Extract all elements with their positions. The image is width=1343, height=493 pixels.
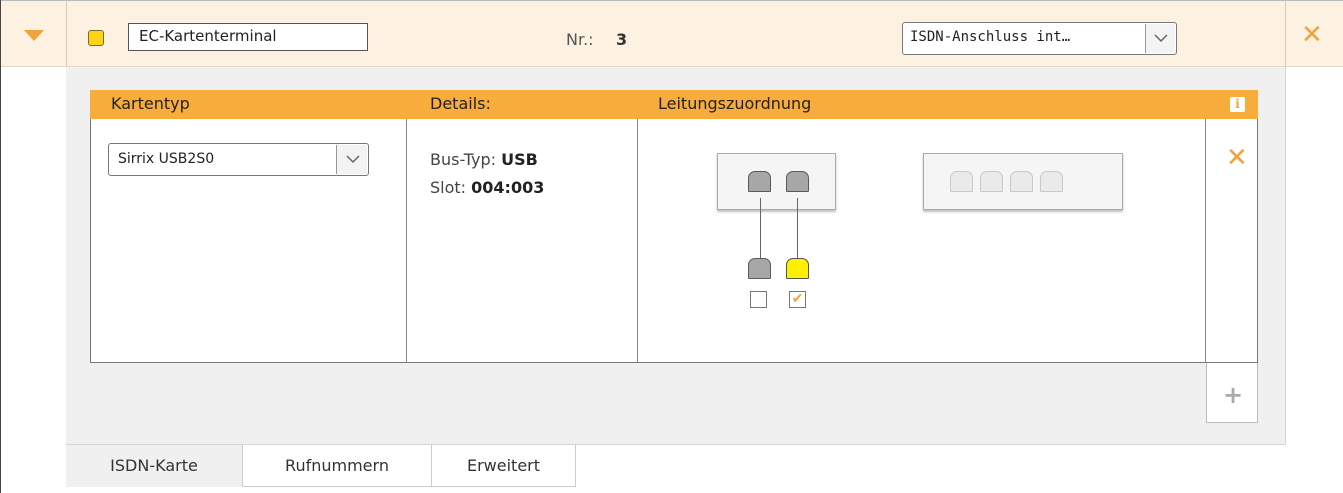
chevron-down-icon[interactable]	[336, 145, 367, 174]
column-divider	[637, 119, 638, 363]
header-divider	[1285, 1, 1286, 67]
delete-device-icon[interactable]: ✕	[1301, 22, 1323, 48]
column-leitungszuordnung: Leitungszuordnung	[658, 94, 812, 113]
slot-value: 004:003	[471, 178, 545, 197]
delete-card-icon[interactable]: ✕	[1226, 145, 1248, 171]
add-card-button[interactable]: +	[1206, 363, 1258, 423]
line-wire	[797, 198, 798, 258]
bus-type-value: USB	[501, 150, 538, 169]
bus-type: Bus-Typ: USB	[430, 150, 538, 169]
free-port-icon	[950, 171, 973, 192]
line-1-jack-icon	[748, 258, 771, 279]
slot-label: Slot:	[430, 178, 467, 197]
column-divider	[1205, 119, 1206, 363]
card-port-2-icon	[786, 171, 809, 192]
number-label: Nr.:	[566, 30, 594, 49]
chevron-down-icon-shape	[346, 155, 360, 164]
slot: Slot: 004:003	[430, 178, 544, 197]
info-icon[interactable]: i	[1230, 97, 1245, 112]
column-kartentyp: Kartentyp	[111, 94, 190, 113]
bus-type-label: Bus-Typ:	[430, 150, 497, 169]
tab-rufnummern[interactable]: Rufnummern	[242, 445, 432, 487]
connection-select-value: ISDN-Anschluss int…	[910, 29, 1071, 45]
card-port-block	[717, 153, 836, 210]
device-name-field[interactable]: EC-Kartenterminal	[128, 23, 368, 51]
line-2-jack-icon	[786, 258, 809, 279]
tab-isdn-karte[interactable]: ISDN-Karte	[66, 445, 242, 487]
chevron-down-icon-shape	[1154, 34, 1168, 43]
collapse-arrow-icon[interactable]	[24, 30, 44, 41]
card-port-1-icon	[748, 171, 771, 192]
plus-icon: +	[1223, 381, 1244, 409]
free-port-icon	[1010, 171, 1033, 192]
line-2-checkbox[interactable]: ✔	[789, 291, 806, 308]
chevron-down-icon[interactable]	[1145, 24, 1175, 53]
frame-left-border	[0, 0, 1, 493]
column-details: Details:	[430, 94, 491, 113]
line-1-checkbox[interactable]	[750, 291, 767, 308]
free-port-icon	[1040, 171, 1063, 192]
line-wire	[760, 198, 761, 258]
tab-erweitert[interactable]: Erweitert	[431, 445, 576, 487]
header-divider	[66, 1, 67, 67]
number-value: 3	[616, 30, 628, 49]
free-port-icon	[980, 171, 1003, 192]
column-divider	[406, 119, 407, 363]
status-indicator	[88, 30, 104, 46]
card-type-value: Sirrix USB2S0	[118, 151, 215, 167]
